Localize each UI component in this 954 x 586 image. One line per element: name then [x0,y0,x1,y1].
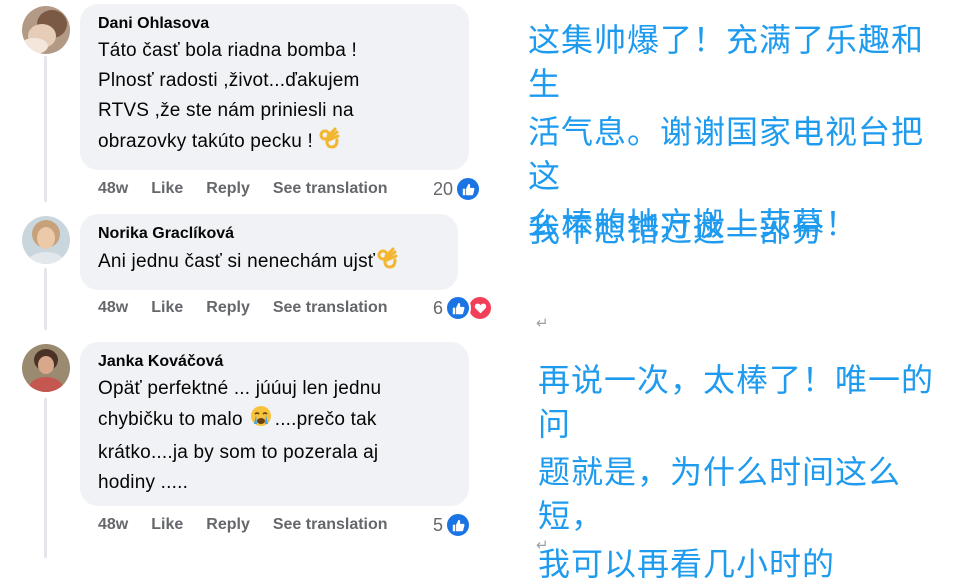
comment-actions: 48w Like Reply See translation [98,297,411,319]
reaction-count: 20 [433,178,454,199]
comment-age[interactable]: 48w [98,180,128,198]
comment-actions: 48w Like Reply See translation [98,178,411,200]
comment-age[interactable]: 48w [98,299,128,317]
comment-author[interactable]: Janka Kováčová [98,352,451,372]
reaction-summary[interactable]: 20 [433,175,482,203]
comment-line: krátko....ja by som to pozerala aj [98,442,379,463]
comment-author[interactable]: Norika Graclíková [98,224,440,244]
translation-line: 活气息。谢谢国家电视台把这 [528,113,925,195]
reaction-count: 5 [433,514,444,535]
comment-text: Opäť perfektné ... júúuj len jednu chybi… [98,374,451,498]
comment-line: RTVS ,že ste nám priniesli na [98,100,354,121]
reaction-summary[interactable]: 6 [433,294,494,322]
comment-bubble: Dani Ohlasova Táto časť bola riadna bomb… [80,4,469,170]
translation-text: 再说一次，太棒了！唯一的问 题就是，为什么时间这么短， 我可以再看几小时的 [538,358,954,586]
see-translation-button[interactable]: See translation [273,516,388,534]
reaction-summary[interactable]: 5 [433,511,472,539]
avatar[interactable] [22,6,70,54]
like-button[interactable]: Like [151,299,183,317]
avatar[interactable] [22,216,70,264]
comment-line: Táto časť bola riadna bomba ! [98,40,358,61]
comment-text: Ani jednu časť si nenechám ujsť [98,246,440,280]
translation-line: 这集帅爆了！充满了乐趣和生 [528,21,925,103]
ok-hand-icon [317,126,341,160]
comment-line: Ani jednu časť si nenechám ujsť [98,246,440,280]
reply-button[interactable]: Reply [206,180,250,198]
translation-line: 我可以再看几小时的 [538,545,836,583]
like-button[interactable]: Like [151,180,183,198]
comment-text: Táto časť bola riadna bomba ! Plnosť rad… [98,36,451,160]
like-reaction-icon [445,295,472,321]
return-icon: ↵ [536,536,549,554]
like-reaction-icon [445,512,472,538]
comment-line: hodiny ..... [98,472,189,493]
see-translation-button[interactable]: See translation [273,299,388,317]
comment-line: obrazovky takúto pecku ! [98,126,451,160]
comment-bubble: Janka Kováčová Opäť perfektné ... júúuj … [80,342,469,506]
reaction-count: 6 [433,297,444,318]
translation-line: 题就是，为什么时间这么短， [538,453,902,535]
ok-hand-icon [375,246,399,280]
avatar[interactable] [22,344,70,392]
comment-line: Opäť perfektné ... júúuj len jednu [98,378,382,399]
comment-author[interactable]: Dani Ohlasova [98,14,451,34]
comment-age[interactable]: 48w [98,516,128,534]
thread-line [44,268,47,330]
thread-line [44,56,47,202]
return-icon: ↵ [536,314,549,332]
reply-button[interactable]: Reply [206,516,250,534]
comment-line: Plnosť radosti ,život...ďakujem [98,70,360,91]
crying-face-icon [249,404,273,438]
comment-actions: 48w Like Reply See translation [98,514,411,536]
translation-line: 我不想错过这一部分 [528,211,826,249]
reply-button[interactable]: Reply [206,299,250,317]
see-translation-button[interactable]: See translation [273,180,388,198]
thread-line [44,398,47,558]
like-button[interactable]: Like [151,516,183,534]
translation-line: 再说一次，太棒了！唯一的问 [538,361,935,443]
comment-line: chybičku to malo ....prečo tak [98,404,451,438]
comment-bubble: Norika Graclíková Ani jednu časť si nene… [80,214,458,290]
translation-text: 我不想错过这一部分 [528,208,825,252]
like-reaction-icon [455,176,482,202]
